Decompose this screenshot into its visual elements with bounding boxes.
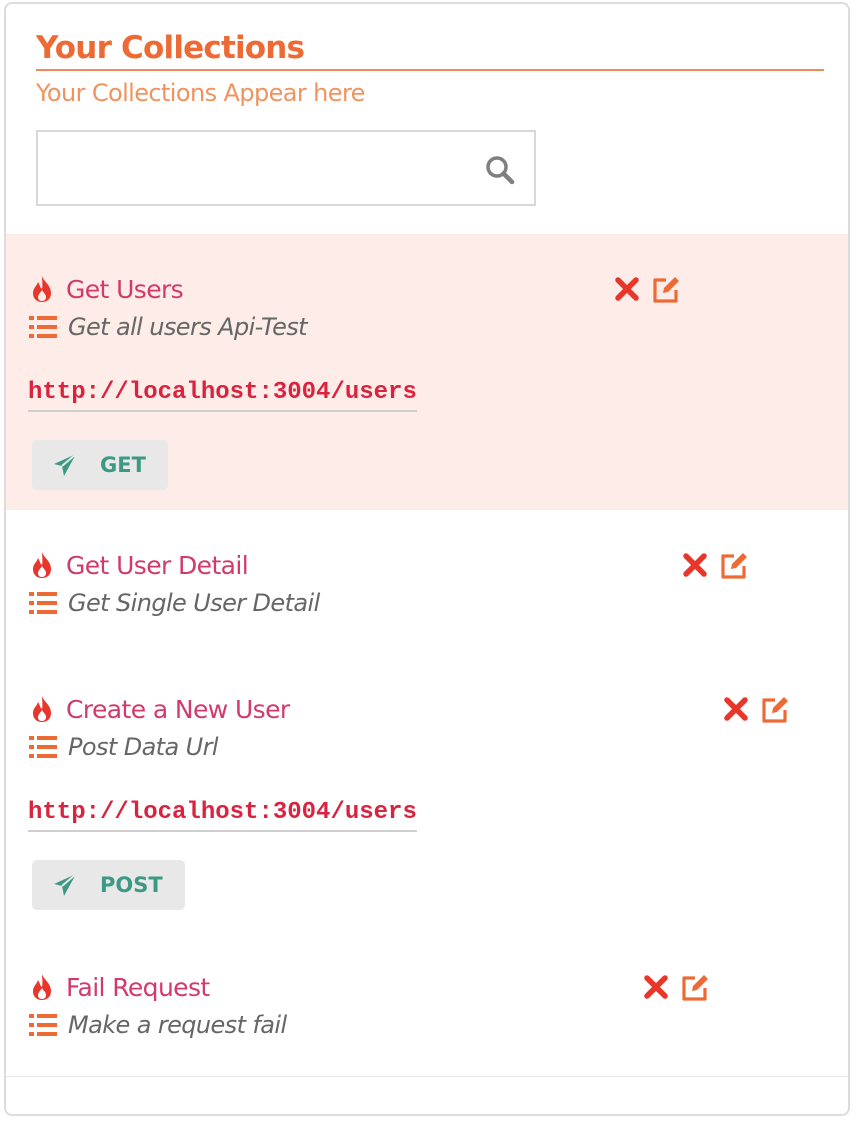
collection-title[interactable]: Create a New User: [66, 695, 290, 724]
edit-icon[interactable]: [718, 549, 750, 581]
edit-icon[interactable]: [759, 693, 791, 725]
search-input[interactable]: [48, 142, 472, 196]
collection-description: Post Data Url: [68, 733, 219, 761]
page-title: Your Collections: [36, 30, 305, 66]
request-url[interactable]: http://localhost:3004/users: [28, 378, 417, 412]
request-url[interactable]: http://localhost:3004/users: [28, 798, 417, 832]
collection-title[interactable]: Fail Request: [66, 973, 210, 1002]
collection-description: Make a request fail: [68, 1011, 287, 1039]
collection-title[interactable]: Get User Detail: [66, 551, 249, 580]
times-icon[interactable]: [614, 276, 640, 302]
flame-icon: [33, 974, 51, 1000]
edit-icon[interactable]: [650, 273, 682, 305]
title-divider: [36, 69, 824, 71]
times-icon[interactable]: [682, 552, 708, 578]
send-post-button[interactable]: POST: [32, 860, 185, 910]
method-label: POST: [100, 873, 163, 897]
collection-item-create-new-user[interactable]: Create a New User Post Data Url http://l…: [6, 654, 848, 924]
collection-item-fail-request[interactable]: Fail Request Make a request fail: [6, 932, 848, 1072]
collection-item-get-user-detail[interactable]: Get User Detail Get Single User Detail: [6, 510, 848, 650]
edit-icon[interactable]: [679, 971, 711, 1003]
list-icon: [29, 1014, 57, 1036]
collection-title[interactable]: Get Users: [66, 275, 184, 304]
search-icon[interactable]: [484, 154, 516, 186]
paper-plane-icon: [54, 873, 77, 896]
send-get-button[interactable]: GET: [32, 440, 168, 490]
list-end-divider: [6, 1076, 848, 1077]
times-icon[interactable]: [643, 974, 669, 1000]
collection-description: Get Single User Detail: [68, 589, 320, 617]
method-label: GET: [100, 453, 146, 477]
flame-icon: [33, 552, 51, 578]
times-icon[interactable]: [723, 696, 749, 722]
collections-panel: Your Collections Your Collections Appear…: [4, 2, 850, 1116]
search-box: [36, 130, 536, 206]
list-icon: [29, 592, 57, 614]
flame-icon: [33, 696, 51, 722]
list-icon: [29, 316, 57, 338]
list-icon: [29, 736, 57, 758]
collection-item-get-users[interactable]: Get Users Get all users Api-Test http://…: [6, 234, 848, 510]
flame-icon: [33, 276, 51, 302]
collection-description: Get all users Api-Test: [68, 313, 308, 341]
paper-plane-icon: [54, 453, 77, 476]
page-subtitle: Your Collections Appear here: [36, 79, 365, 107]
